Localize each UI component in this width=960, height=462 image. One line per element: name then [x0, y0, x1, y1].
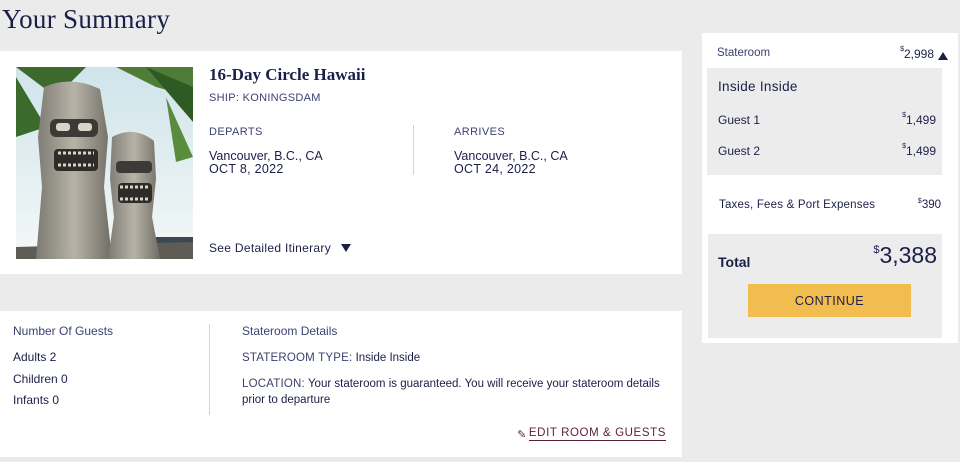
stateroom-location-value: Your stateroom is guaranteed. You will r…	[242, 378, 660, 406]
departs-label: DEPARTS	[209, 126, 263, 138]
pencil-icon: ✎	[517, 428, 527, 441]
guests-heading: Number Of Guests	[13, 324, 114, 338]
stateroom-label: Stateroom	[717, 47, 771, 59]
guest-2-price: $1,499	[902, 143, 936, 158]
divider	[413, 125, 414, 175]
cruise-title: 16-Day Circle Hawaii	[209, 65, 366, 84]
taxes-price: $390	[917, 198, 941, 211]
stateroom-type-key: STATEROOM TYPE:	[242, 352, 353, 364]
departs-date: OCT 8, 2022	[209, 162, 284, 176]
departs-port: Vancouver, B.C., CA	[209, 149, 323, 163]
children-count: Children 0	[13, 372, 68, 386]
see-itinerary-label: See Detailed Itinerary	[209, 241, 331, 255]
stateroom-location: LOCATION: Your stateroom is guaranteed. …	[242, 376, 662, 408]
arrives-port: Vancouver, B.C., CA	[454, 149, 568, 163]
stateroom-details-heading: Stateroom Details	[242, 324, 338, 338]
guest-2-label: Guest 2	[718, 144, 761, 158]
cruise-card: 16-Day Circle Hawaii SHIP: KONINGSDAM DE…	[0, 51, 682, 274]
guests-card: Number Of Guests Adults 2 Children 0 Inf…	[0, 311, 682, 457]
chevron-down-icon	[341, 244, 351, 252]
ship-label: SHIP:	[209, 92, 240, 104]
page-title: Your Summary	[2, 4, 171, 34]
room-name: Inside Inside	[718, 79, 798, 94]
stateroom-type-value: Inside Inside	[355, 352, 421, 364]
stateroom-breakdown: Inside Inside Guest 1 $1,499 Guest 2 $1,…	[707, 68, 942, 175]
divider	[209, 324, 210, 415]
arrives-label: ARRIVES	[454, 126, 506, 138]
stateroom-location-key: LOCATION:	[242, 378, 305, 390]
edit-room-guests-label: EDIT ROOM & GUESTS	[528, 427, 666, 441]
ship-name: KONINGSDAM	[242, 92, 321, 104]
see-itinerary-link[interactable]: See Detailed Itinerary	[209, 241, 351, 255]
chevron-up-icon[interactable]	[938, 52, 948, 60]
adults-count: Adults 2	[13, 350, 57, 364]
edit-room-guests-link[interactable]: ✎ EDIT ROOM & GUESTS	[517, 427, 666, 441]
stateroom-type: STATEROOM TYPE: Inside Inside	[242, 350, 662, 366]
total-amount: $3,388	[873, 242, 937, 268]
arrives-date: OCT 24, 2022	[454, 162, 536, 176]
infants-count: Infants 0	[13, 393, 60, 407]
taxes-label: Taxes, Fees & Port Expenses	[719, 199, 876, 211]
stateroom-price: $2,998	[900, 46, 934, 61]
ship-info: SHIP: KONINGSDAM	[209, 92, 321, 104]
guest-1-label: Guest 1	[718, 113, 761, 127]
total-label: Total	[718, 254, 751, 270]
cruise-photo	[16, 67, 193, 259]
price-summary-panel: Stateroom $2,998 Inside Inside Guest 1 $…	[702, 33, 958, 343]
continue-button[interactable]: CONTINUE	[748, 284, 911, 317]
total-box: Total $3,388 CONTINUE	[708, 234, 942, 338]
guest-1-price: $1,499	[902, 112, 936, 127]
